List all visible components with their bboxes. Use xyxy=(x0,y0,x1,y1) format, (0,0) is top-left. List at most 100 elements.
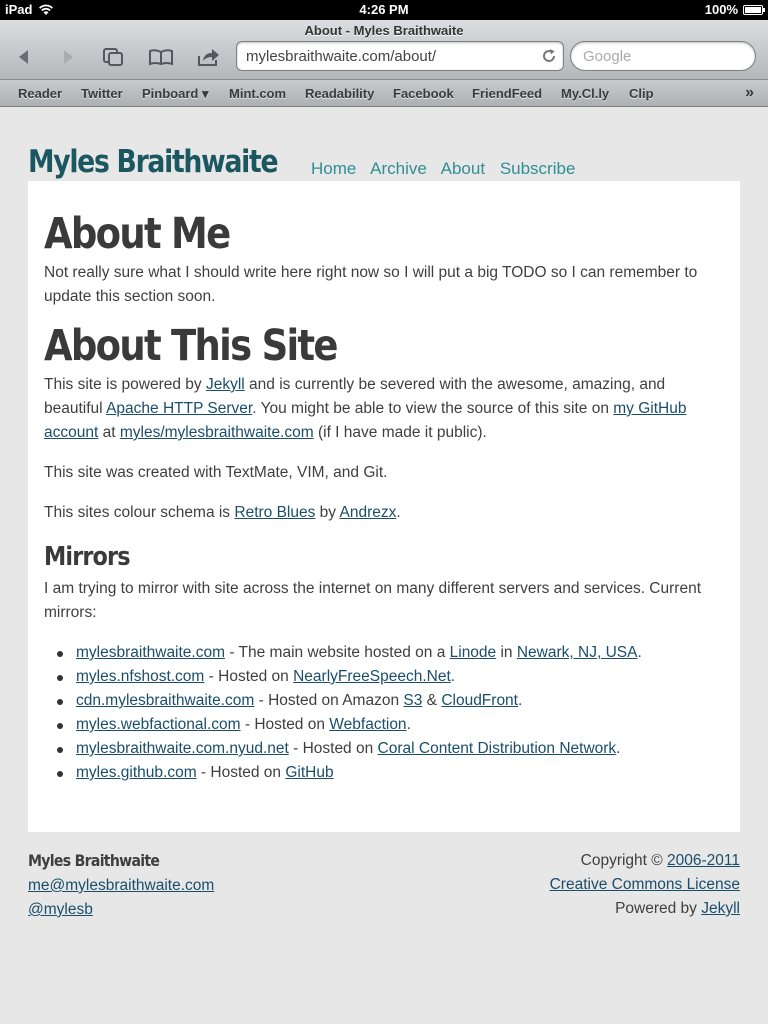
andrezx-link[interactable]: Andrezx xyxy=(340,504,397,521)
about-me-text: Not really sure what I should write here… xyxy=(44,264,698,305)
text: - Hosted on xyxy=(204,668,294,685)
status-bar: iPad 4:26 PM 100% xyxy=(0,0,768,20)
text: in xyxy=(496,644,517,661)
site-nav: Home Archive About Subscribe xyxy=(311,159,585,179)
text: . xyxy=(616,740,621,757)
text: . You might be able to view the source o… xyxy=(252,400,614,417)
retro-blues-link[interactable]: Retro Blues xyxy=(234,504,315,521)
mirror-provider-link[interactable]: S3 xyxy=(403,692,422,709)
list-item: mylesbraithwaite.com - The main website … xyxy=(44,641,728,665)
text: (if I have made it public). xyxy=(313,424,487,441)
footer-left: Myles Braithwaite me@mylesbraithwaite.co… xyxy=(28,849,214,922)
bookmark-clip[interactable]: Clip xyxy=(629,86,654,101)
mirror-provider-link[interactable]: NearlyFreeSpeech.Net xyxy=(293,668,451,685)
list-item: mylesbraithwaite.com.nyud.net - Hosted o… xyxy=(44,737,728,761)
mirror-provider-link[interactable]: Linode xyxy=(450,644,497,661)
text: - The main website hosted on a xyxy=(225,644,450,661)
text: . xyxy=(637,644,642,661)
tabs-button[interactable] xyxy=(99,45,127,69)
bookmark-pinboard[interactable]: Pinboard ▾ xyxy=(142,86,208,102)
forward-arrow-icon xyxy=(64,50,73,64)
footer-right: Copyright © 2006-2011 Creative Commons L… xyxy=(550,849,740,921)
mirror-provider-link[interactable]: Coral Content Distribution Network xyxy=(378,740,617,757)
text: . xyxy=(406,716,411,733)
apache-link[interactable]: Apache HTTP Server xyxy=(106,400,252,417)
about-site-paragraph-1: This site is powered by Jekyll and is cu… xyxy=(44,373,728,445)
clock: 4:26 PM xyxy=(359,2,409,17)
bookmark-twitter[interactable]: Twitter xyxy=(81,86,123,101)
mirrors-heading: Mirrors xyxy=(44,542,131,572)
share-icon xyxy=(198,49,219,66)
powered-by-text: Powered by xyxy=(615,900,702,917)
text: - Hosted on Amazon xyxy=(254,692,404,709)
mirror-host-link[interactable]: cdn.mylesbraithwaite.com xyxy=(76,692,254,709)
about-site-heading: About This Site xyxy=(44,321,338,371)
text: This sites colour schema is xyxy=(44,504,235,521)
mirrors-list: mylesbraithwaite.com - The main website … xyxy=(44,641,728,785)
bookmarks-button[interactable] xyxy=(147,45,175,69)
list-item: cdn.mylesbraithwaite.com - Hosted on Ama… xyxy=(44,689,728,713)
mirror-host-link[interactable]: myles.webfactional.com xyxy=(76,716,241,733)
text: This site is powered by xyxy=(44,376,206,393)
copyright-years-link[interactable]: 2006-2011 xyxy=(667,852,740,869)
bookmark-facebook[interactable]: Facebook xyxy=(393,86,454,101)
jekyll-link[interactable]: Jekyll xyxy=(206,376,245,393)
more-bookmarks-icon[interactable]: » xyxy=(745,84,754,102)
bookmark-mycl[interactable]: My.Cl.ly xyxy=(561,86,609,101)
email-link[interactable]: me@mylesbraithwaite.com xyxy=(28,877,214,894)
url-text: mylesbraithwaite.com/about/ xyxy=(246,48,437,65)
nav-home[interactable]: Home xyxy=(311,159,356,178)
text: at xyxy=(98,424,120,441)
list-item: myles.github.com - Hosted on GitHub xyxy=(44,761,728,785)
browser-page-title: About - Myles Braithwaite xyxy=(304,23,464,38)
back-button[interactable] xyxy=(10,45,38,69)
text: . xyxy=(396,504,401,521)
about-site-paragraph-2: This site was created with TextMate, VIM… xyxy=(44,464,388,481)
search-field[interactable]: Google xyxy=(570,41,756,71)
battery-percentage: 100% xyxy=(704,2,738,17)
mirror-host-link[interactable]: myles.github.com xyxy=(76,764,197,781)
powered-by-link[interactable]: Jekyll xyxy=(701,900,740,917)
list-item: myles.nfshost.com - Hosted on NearlyFree… xyxy=(44,665,728,689)
text: . xyxy=(450,668,456,685)
mirror-provider-link[interactable]: Webfaction xyxy=(329,716,406,733)
twitter-link[interactable]: @mylesb xyxy=(28,901,93,918)
text: . xyxy=(518,692,523,709)
text: - Hosted on xyxy=(288,740,378,757)
text: & xyxy=(422,692,442,709)
reload-icon[interactable] xyxy=(541,48,557,64)
footer-name: Myles Braithwaite xyxy=(28,851,160,870)
bookmark-friendfeed[interactable]: FriendFeed xyxy=(472,86,542,101)
site-title[interactable]: Myles Braithwaite xyxy=(28,144,279,180)
pages-icon xyxy=(103,48,123,66)
list-item: myles.webfactional.com - Hosted on Webfa… xyxy=(44,713,728,737)
mirrors-intro: I am trying to mirror with site across t… xyxy=(44,580,701,621)
text: - Hosted on xyxy=(196,764,286,781)
forward-button[interactable] xyxy=(54,45,82,69)
mirror-host-link[interactable]: mylesbraithwaite.com.nyud.net xyxy=(76,740,289,757)
search-placeholder: Google xyxy=(583,48,632,65)
text: by xyxy=(315,504,340,521)
about-site-paragraph-3: This sites colour schema is Retro Blues … xyxy=(44,501,728,525)
mirror-provider-link[interactable]: CloudFront xyxy=(441,692,518,709)
browser-toolbar: About - Myles Braithwaite mylesbraithwai… xyxy=(0,20,768,80)
copyright-text: Copyright © xyxy=(580,852,668,869)
mirror-provider-link[interactable]: GitHub xyxy=(285,764,333,781)
text: - Hosted on xyxy=(240,716,330,733)
bookmark-mint[interactable]: Mint.com xyxy=(229,86,286,101)
bookmarks-bar: Reader Twitter Pinboard ▾ Mint.com Reada… xyxy=(0,80,768,107)
repo-link[interactable]: myles/mylesbraithwaite.com xyxy=(120,424,314,441)
nav-archive[interactable]: Archive xyxy=(370,159,427,178)
license-link[interactable]: Creative Commons License xyxy=(550,876,740,893)
nav-subscribe[interactable]: Subscribe xyxy=(500,159,576,178)
nav-about[interactable]: About xyxy=(441,159,485,178)
mirror-host-link[interactable]: myles.nfshost.com xyxy=(76,668,204,685)
bookmark-readability[interactable]: Readability xyxy=(305,86,374,101)
mirror-location-link[interactable]: Newark, NJ, USA xyxy=(517,644,638,661)
share-button[interactable] xyxy=(195,45,223,69)
mirror-host-link[interactable]: mylesbraithwaite.com xyxy=(76,644,225,661)
address-bar[interactable]: mylesbraithwaite.com/about/ xyxy=(236,41,564,71)
bookmark-reader[interactable]: Reader xyxy=(18,86,62,101)
battery-icon xyxy=(743,5,765,15)
back-arrow-icon xyxy=(19,50,28,64)
